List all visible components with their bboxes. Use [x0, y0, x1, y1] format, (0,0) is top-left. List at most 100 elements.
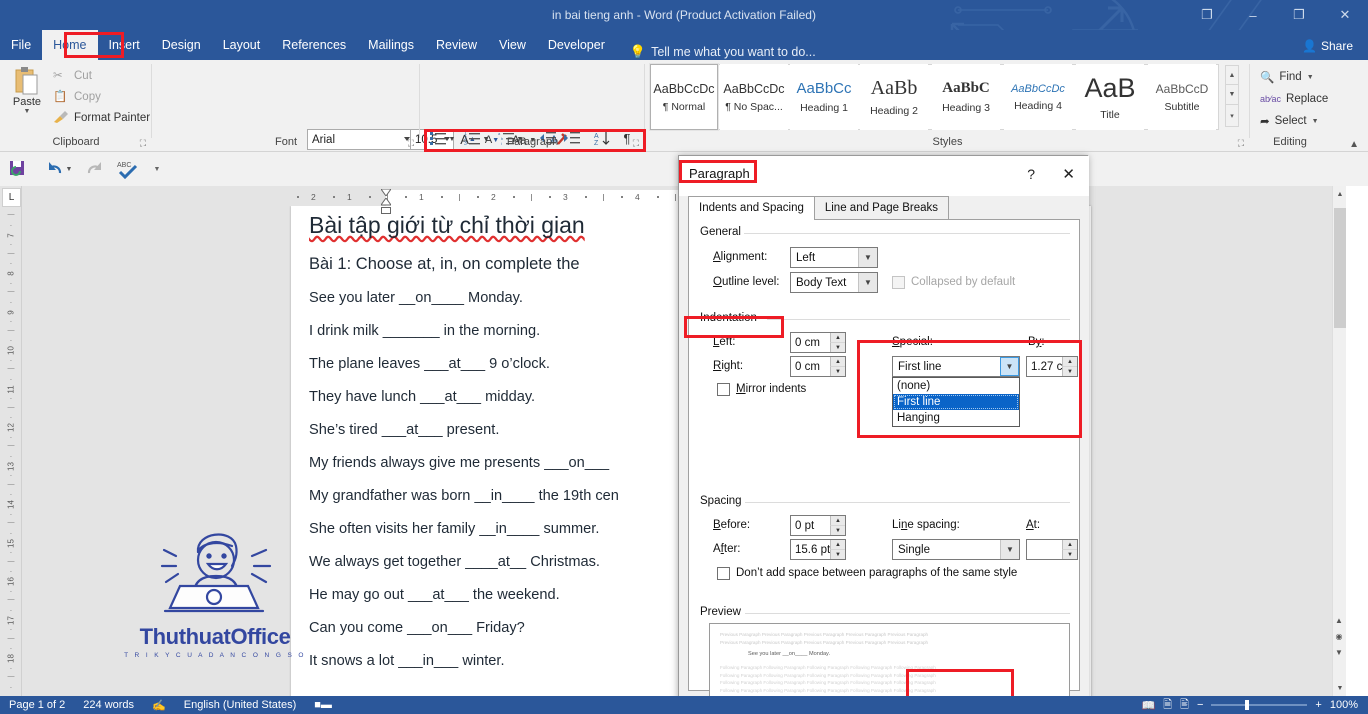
next-page-icon[interactable]: ▼	[1332, 644, 1346, 660]
ribbon-display-options-button[interactable]: ❐	[1184, 0, 1230, 30]
track-changes-icon[interactable]: ■▬	[305, 699, 341, 711]
chevron-down-icon[interactable]: ▼	[24, 108, 31, 115]
dropdown-option-hanging[interactable]: Hanging	[893, 410, 1019, 426]
copy-button[interactable]: 📋 Copy	[50, 86, 150, 107]
scroll-down-icon[interactable]: ▼	[1333, 680, 1347, 696]
paste-button[interactable]: Paste ▼	[6, 64, 48, 132]
tab-view[interactable]: View	[488, 30, 537, 60]
spinner-down-icon[interactable]: ▼	[830, 366, 845, 376]
web-layout-icon[interactable]: 🖹	[1180, 696, 1189, 714]
spinner-down-icon[interactable]: ▼	[1062, 549, 1077, 559]
special-dropdown-list[interactable]: (none) First line Hanging	[892, 377, 1020, 427]
chevron-down-icon[interactable]: ▼	[1312, 118, 1319, 125]
left-indent-marker[interactable]	[381, 206, 391, 214]
zoom-slider[interactable]	[1211, 700, 1308, 710]
help-button[interactable]: ?	[1027, 166, 1035, 182]
styles-scroll-down[interactable]: ▼	[1225, 85, 1239, 105]
document-scrollbar[interactable]: ▲ ▲ ◉ ▼ ▼	[1332, 186, 1346, 696]
styles-more-button[interactable]: ▾	[1225, 105, 1239, 127]
dropdown-option-first-line[interactable]: First line	[893, 394, 1019, 410]
style-item-heading-4[interactable]: AaBbCcDc Heading 4	[1004, 64, 1072, 130]
right-indent-spinner[interactable]: 0 cm ▲ ▼	[790, 356, 846, 377]
tab-stop-selector[interactable]: L	[2, 188, 21, 207]
style-item-subtitle[interactable]: AaBbCcD Subtitle	[1148, 64, 1216, 130]
style-item-heading-1[interactable]: AaBbCc Heading 1	[790, 64, 858, 130]
spinner-down-icon[interactable]: ▼	[830, 525, 845, 535]
read-mode-icon[interactable]: 📖	[1142, 699, 1156, 712]
tab-layout[interactable]: Layout	[212, 30, 272, 60]
line-spacing-combo[interactable]: Single ▼	[892, 539, 1020, 560]
scrollbar-thumb[interactable]	[1334, 208, 1346, 328]
tab-developer[interactable]: Developer	[537, 30, 616, 60]
style-item-heading-2[interactable]: AaBb Heading 2	[860, 64, 928, 130]
alignment-combo[interactable]: Left ▼	[790, 247, 878, 268]
tell-me-box[interactable]: 💡 Tell me what you want to do...	[616, 44, 816, 60]
minimize-button[interactable]: –	[1230, 0, 1276, 30]
style-item-heading-3[interactable]: AaBbC Heading 3	[932, 64, 1000, 130]
language-indicator[interactable]: English (United States)	[175, 699, 306, 711]
zoom-out-button[interactable]: −	[1197, 699, 1203, 711]
mirror-indents-checkbox[interactable]	[717, 383, 730, 396]
styles-scroll-up[interactable]: ▲	[1225, 65, 1239, 85]
paragraph-dialog[interactable]: Paragraph ? ✕ Indents and Spacing Line a…	[678, 155, 1089, 714]
dont-add-space-checkbox[interactable]	[717, 567, 730, 580]
redo-icon[interactable]	[82, 157, 106, 181]
outline-level-combo[interactable]: Body Text ▼	[790, 272, 878, 293]
chevron-down-icon[interactable]: ▼	[858, 248, 877, 267]
qat-customize-dropdown[interactable]: ▼	[150, 157, 164, 181]
vertical-ruler[interactable]: 6·—·7·—·8·—·9·—·10·—·11·—·12·—·13·—·14·—…	[0, 186, 22, 696]
style-item-normal[interactable]: AaBbCcDc ¶ Normal	[649, 63, 719, 131]
restore-button[interactable]: ❐	[1276, 0, 1322, 30]
tab-mailings[interactable]: Mailings	[357, 30, 425, 60]
styles-dialog-launcher[interactable]: ⛶	[1238, 138, 1244, 149]
spinner-down-icon[interactable]: ▼	[830, 342, 845, 352]
left-indent-spinner[interactable]: 0 cm ▲ ▼	[790, 332, 846, 353]
replace-button[interactable]: ab⁄ac Replace	[1260, 88, 1328, 110]
share-button[interactable]: 👤 Share	[1295, 35, 1360, 56]
previous-page-icon[interactable]: ▲	[1332, 612, 1346, 628]
hanging-indent-marker[interactable]	[380, 197, 392, 206]
tab-home[interactable]: Home	[42, 30, 98, 60]
chevron-down-icon[interactable]: ▼	[858, 273, 877, 292]
chevron-down-icon[interactable]: ▼	[1307, 74, 1314, 81]
dropdown-option-none[interactable]: (none)	[893, 378, 1019, 394]
spacing-after-spinner[interactable]: 15.6 pt ▲ ▼	[790, 539, 846, 560]
at-spinner[interactable]: ▲ ▼	[1026, 539, 1078, 560]
close-button[interactable]: ✕	[1322, 0, 1368, 30]
format-painter-button[interactable]: Format Painter	[50, 107, 150, 128]
tab-insert[interactable]: Insert	[98, 30, 151, 60]
proofing-icon[interactable]: ✍	[143, 699, 175, 712]
spelling-check-icon[interactable]: ABC	[114, 157, 142, 181]
spinner-down-icon[interactable]: ▼	[1062, 366, 1077, 376]
save-icon[interactable]	[6, 157, 30, 181]
zoom-slider-thumb[interactable]	[1245, 700, 1250, 710]
undo-dropdown[interactable]: ▼	[64, 157, 74, 181]
browse-object-icon[interactable]: ◉	[1332, 628, 1346, 644]
by-spinner[interactable]: 1.27 cm ▲ ▼	[1026, 356, 1078, 377]
scroll-up-icon[interactable]: ▲	[1333, 186, 1347, 202]
zoom-in-button[interactable]: +	[1315, 699, 1321, 711]
tab-design[interactable]: Design	[151, 30, 212, 60]
chevron-down-icon[interactable]: ▼	[1000, 540, 1019, 559]
word-count[interactable]: 224 words	[74, 699, 143, 711]
special-combo[interactable]: First line ▼	[892, 356, 1020, 377]
font-dialog-launcher[interactable]: ⛶	[408, 138, 414, 149]
first-line-indent-marker[interactable]	[380, 188, 392, 197]
spacing-before-spinner[interactable]: 0 pt ▲ ▼	[790, 515, 846, 536]
tab-line-and-page-breaks[interactable]: Line and Page Breaks	[813, 196, 950, 220]
find-button[interactable]: 🔍 Find ▼	[1260, 66, 1328, 88]
clipboard-dialog-launcher[interactable]: ⛶	[140, 138, 146, 149]
tab-review[interactable]: Review	[425, 30, 488, 60]
zoom-level[interactable]: 100%	[1330, 699, 1358, 711]
dialog-close-button[interactable]: ✕	[1062, 165, 1075, 183]
chevron-down-icon[interactable]: ▼	[1000, 357, 1019, 376]
page-indicator[interactable]: Page 1 of 2	[0, 699, 74, 711]
collapsed-by-default-checkbox[interactable]	[892, 276, 905, 289]
tab-references[interactable]: References	[271, 30, 357, 60]
spinner-down-icon[interactable]: ▼	[830, 549, 845, 559]
cut-button[interactable]: ✂ Cut	[50, 65, 150, 86]
print-layout-icon[interactable]: 🗎	[1163, 696, 1172, 714]
tab-indents-and-spacing[interactable]: Indents and Spacing	[688, 196, 815, 220]
select-button[interactable]: ➦ Select ▼	[1260, 110, 1328, 132]
tab-file[interactable]: File	[0, 30, 42, 60]
